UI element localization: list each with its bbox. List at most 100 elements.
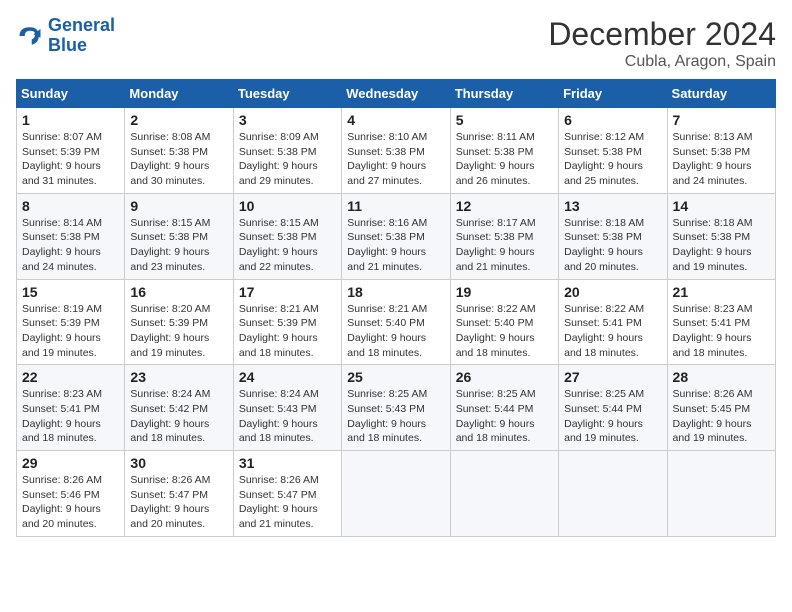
week-row-1: 1Sunrise: 8:07 AMSunset: 5:39 PMDaylight… — [17, 108, 776, 194]
logo: General Blue — [16, 16, 115, 56]
day-info: Sunrise: 8:25 AMSunset: 5:43 PMDaylight:… — [347, 387, 444, 446]
day-info: Sunrise: 8:09 AMSunset: 5:38 PMDaylight:… — [239, 130, 336, 189]
day-number: 7 — [673, 112, 770, 128]
subtitle: Cubla, Aragon, Spain — [548, 53, 776, 71]
column-header-saturday: Saturday — [667, 80, 775, 108]
column-header-sunday: Sunday — [17, 80, 125, 108]
day-info: Sunrise: 8:15 AMSunset: 5:38 PMDaylight:… — [239, 216, 336, 275]
column-header-tuesday: Tuesday — [233, 80, 341, 108]
day-info: Sunrise: 8:12 AMSunset: 5:38 PMDaylight:… — [564, 130, 661, 189]
day-cell-11: 11Sunrise: 8:16 AMSunset: 5:38 PMDayligh… — [342, 193, 450, 279]
day-info: Sunrise: 8:13 AMSunset: 5:38 PMDaylight:… — [673, 130, 770, 189]
day-number: 22 — [22, 369, 119, 385]
day-number: 8 — [22, 198, 119, 214]
main-title: December 2024 — [548, 16, 776, 53]
day-number: 26 — [456, 369, 553, 385]
day-cell-14: 14 Sunrise: 8:18 AMSunset: 5:38 PMDayligh… — [667, 193, 775, 279]
page-header: General Blue December 2024 Cubla, Aragon… — [16, 16, 776, 71]
day-number: 9 — [130, 198, 227, 214]
column-header-monday: Monday — [125, 80, 233, 108]
day-number: 28 — [673, 369, 770, 385]
day-number: 23 — [130, 369, 227, 385]
day-info: Sunrise: 8:21 AMSunset: 5:40 PMDaylight:… — [347, 302, 444, 361]
day-cell-17: 17Sunrise: 8:21 AMSunset: 5:39 PMDayligh… — [233, 279, 341, 365]
day-cell-24: 24Sunrise: 8:24 AMSunset: 5:43 PMDayligh… — [233, 365, 341, 451]
day-info: Sunrise: 8:10 AMSunset: 5:38 PMDaylight:… — [347, 130, 444, 189]
day-info: Sunrise: 8:26 AMSunset: 5:45 PMDaylight:… — [673, 387, 770, 446]
week-row-2: 8 Sunrise: 8:14 AMSunset: 5:38 PMDaylight… — [17, 193, 776, 279]
day-info: Sunrise: 8:11 AMSunset: 5:38 PMDaylight:… — [456, 130, 553, 189]
day-info: Sunrise: 8:07 AMSunset: 5:39 PMDaylight:… — [22, 130, 119, 189]
day-info: Sunrise: 8:14 AMSunset: 5:38 PMDaylight:… — [22, 216, 119, 275]
empty-cell — [667, 451, 775, 537]
day-number: 18 — [347, 284, 444, 300]
logo-text: General Blue — [48, 16, 115, 56]
day-cell-22: 22Sunrise: 8:23 AMSunset: 5:41 PMDayligh… — [17, 365, 125, 451]
day-cell-15: 15 Sunrise: 8:19 AMSunset: 5:39 PMDayligh… — [17, 279, 125, 365]
day-info: Sunrise: 8:15 AMSunset: 5:38 PMDaylight:… — [130, 216, 227, 275]
day-cell-23: 23 Sunrise: 8:24 AMSunset: 5:42 PMDayligh… — [125, 365, 233, 451]
day-info: Sunrise: 8:19 AMSunset: 5:39 PMDaylight:… — [22, 302, 119, 361]
day-info: Sunrise: 8:18 AMSunset: 5:38 PMDaylight:… — [564, 216, 661, 275]
week-row-5: 29 Sunrise: 8:26 AMSunset: 5:46 PMDayligh… — [17, 451, 776, 537]
logo-icon — [16, 22, 44, 50]
day-info: Sunrise: 8:23 AMSunset: 5:41 PMDaylight:… — [673, 302, 770, 361]
title-block: December 2024 Cubla, Aragon, Spain — [548, 16, 776, 71]
day-number: 27 — [564, 369, 661, 385]
empty-cell — [342, 451, 450, 537]
day-info: Sunrise: 8:26 AMSunset: 5:46 PMDaylight:… — [22, 473, 119, 532]
day-info: Sunrise: 8:24 AMSunset: 5:42 PMDaylight:… — [130, 387, 227, 446]
day-number: 4 — [347, 112, 444, 128]
day-info: Sunrise: 8:08 AMSunset: 5:38 PMDaylight:… — [130, 130, 227, 189]
day-number: 2 — [130, 112, 227, 128]
day-cell-21: 21 Sunrise: 8:23 AMSunset: 5:41 PMDayligh… — [667, 279, 775, 365]
calendar-table: SundayMondayTuesdayWednesdayThursdayFrid… — [16, 79, 776, 537]
day-number: 6 — [564, 112, 661, 128]
column-header-friday: Friday — [559, 80, 667, 108]
day-number: 21 — [673, 284, 770, 300]
day-number: 10 — [239, 198, 336, 214]
day-cell-26: 26 Sunrise: 8:25 AMSunset: 5:44 PMDayligh… — [450, 365, 558, 451]
day-number: 29 — [22, 455, 119, 471]
day-info: Sunrise: 8:25 AMSunset: 5:44 PMDaylight:… — [564, 387, 661, 446]
day-cell-25: 25 Sunrise: 8:25 AMSunset: 5:43 PMDayligh… — [342, 365, 450, 451]
week-row-3: 15 Sunrise: 8:19 AMSunset: 5:39 PMDayligh… — [17, 279, 776, 365]
day-info: Sunrise: 8:26 AMSunset: 5:47 PMDaylight:… — [130, 473, 227, 532]
day-info: Sunrise: 8:18 AMSunset: 5:38 PMDaylight:… — [673, 216, 770, 275]
empty-cell — [450, 451, 558, 537]
day-cell-3: 3 Sunrise: 8:09 AMSunset: 5:38 PMDaylight… — [233, 108, 341, 194]
day-info: Sunrise: 8:24 AMSunset: 5:43 PMDaylight:… — [239, 387, 336, 446]
day-cell-2: 2 Sunrise: 8:08 AMSunset: 5:38 PMDaylight… — [125, 108, 233, 194]
day-cell-31: 31Sunrise: 8:26 AMSunset: 5:47 PMDayligh… — [233, 451, 341, 537]
day-info: Sunrise: 8:22 AMSunset: 5:41 PMDaylight:… — [564, 302, 661, 361]
day-number: 19 — [456, 284, 553, 300]
day-cell-8: 8 Sunrise: 8:14 AMSunset: 5:38 PMDaylight… — [17, 193, 125, 279]
day-number: 5 — [456, 112, 553, 128]
day-cell-19: 19 Sunrise: 8:22 AMSunset: 5:40 PMDayligh… — [450, 279, 558, 365]
column-header-thursday: Thursday — [450, 80, 558, 108]
day-number: 12 — [456, 198, 553, 214]
day-info: Sunrise: 8:22 AMSunset: 5:40 PMDaylight:… — [456, 302, 553, 361]
day-info: Sunrise: 8:20 AMSunset: 5:39 PMDaylight:… — [130, 302, 227, 361]
day-cell-7: 7 Sunrise: 8:13 AMSunset: 5:38 PMDaylight… — [667, 108, 775, 194]
day-cell-29: 29 Sunrise: 8:26 AMSunset: 5:46 PMDayligh… — [17, 451, 125, 537]
header-row: SundayMondayTuesdayWednesdayThursdayFrid… — [17, 80, 776, 108]
day-number: 14 — [673, 198, 770, 214]
day-info: Sunrise: 8:25 AMSunset: 5:44 PMDaylight:… — [456, 387, 553, 446]
day-number: 11 — [347, 198, 444, 214]
empty-cell — [559, 451, 667, 537]
day-cell-20: 20 Sunrise: 8:22 AMSunset: 5:41 PMDayligh… — [559, 279, 667, 365]
day-number: 3 — [239, 112, 336, 128]
day-number: 20 — [564, 284, 661, 300]
day-cell-28: 28 Sunrise: 8:26 AMSunset: 5:45 PMDayligh… — [667, 365, 775, 451]
day-cell-12: 12Sunrise: 8:17 AMSunset: 5:38 PMDayligh… — [450, 193, 558, 279]
day-cell-4: 4 Sunrise: 8:10 AMSunset: 5:38 PMDaylight… — [342, 108, 450, 194]
day-cell-16: 16Sunrise: 8:20 AMSunset: 5:39 PMDayligh… — [125, 279, 233, 365]
day-cell-9: 9 Sunrise: 8:15 AMSunset: 5:38 PMDaylight… — [125, 193, 233, 279]
day-number: 25 — [347, 369, 444, 385]
day-cell-1: 1Sunrise: 8:07 AMSunset: 5:39 PMDaylight… — [17, 108, 125, 194]
day-cell-30: 30Sunrise: 8:26 AMSunset: 5:47 PMDayligh… — [125, 451, 233, 537]
week-row-4: 22Sunrise: 8:23 AMSunset: 5:41 PMDayligh… — [17, 365, 776, 451]
day-number: 15 — [22, 284, 119, 300]
day-number: 13 — [564, 198, 661, 214]
